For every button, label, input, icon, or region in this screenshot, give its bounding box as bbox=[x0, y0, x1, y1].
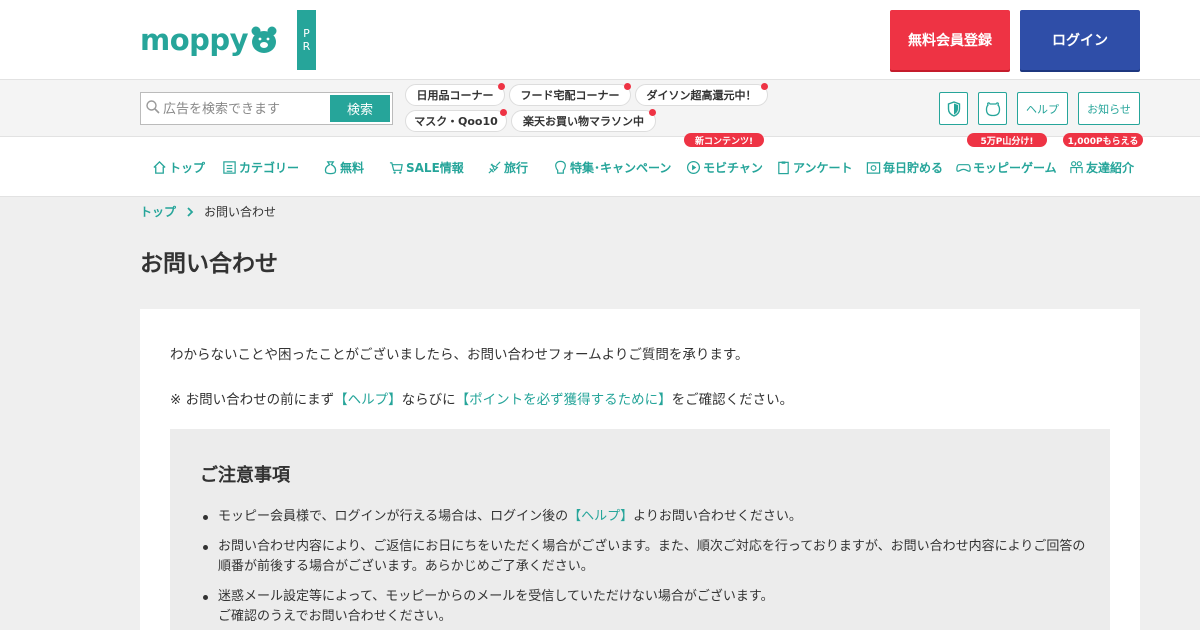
cart-icon bbox=[389, 161, 403, 174]
list-item: モッピー会員様で、ログインが行える場合は、ログイン後の【ヘルプ】よりお問い合わせ… bbox=[203, 507, 1088, 527]
play-icon bbox=[686, 160, 701, 174]
new-dot bbox=[624, 83, 631, 90]
global-nav: トップ カテゴリー 無料 SALE情報 旅行 特集･キャンペーン モビチャン 新… bbox=[0, 133, 1200, 197]
nav-item-mobichan[interactable]: モビチャン 新コンテンツ! bbox=[684, 133, 764, 177]
nav-item-game[interactable]: モッピーゲーム 5万P山分け! bbox=[956, 133, 1057, 177]
chevron-right-icon bbox=[187, 206, 194, 217]
new-content-badge: 新コンテンツ! bbox=[684, 133, 764, 147]
help-button[interactable]: ヘルプ bbox=[1017, 92, 1068, 125]
breadcrumb-home[interactable]: トップ bbox=[140, 203, 176, 220]
new-dot bbox=[498, 83, 505, 90]
mypage-button[interactable] bbox=[978, 92, 1007, 125]
gamepad-icon bbox=[956, 163, 971, 172]
points-guide-link[interactable]: 【ポイントを必ず獲得するために】 bbox=[456, 392, 672, 408]
tag-daily-goods[interactable]: 日用品コーナー bbox=[405, 83, 505, 106]
nav-item-sale[interactable]: SALE情報 bbox=[389, 157, 464, 177]
new-dot bbox=[500, 109, 507, 116]
gift-icon bbox=[555, 160, 566, 174]
bear-face-icon bbox=[985, 101, 1000, 116]
list-icon bbox=[223, 160, 236, 174]
caution-list: モッピー会員様で、ログインが行える場合は、ログイン後の【ヘルプ】よりお問い合わせ… bbox=[203, 507, 1088, 630]
list-item: 迷惑メール設定等によって、モッピーからのメールを受信していただけない場合がござい… bbox=[203, 587, 1088, 627]
coin-icon bbox=[866, 161, 881, 174]
page-title: お問い合わせ bbox=[140, 251, 278, 277]
nav-item-feature[interactable]: 特集･キャンペーン bbox=[553, 157, 671, 177]
pre-contact-note: ※ お問い合わせの前にまず【ヘルプ】ならびに【ポイントを必ず獲得するために】をご… bbox=[170, 392, 794, 408]
search-input[interactable] bbox=[163, 97, 327, 121]
list-item: お問い合わせ内容により、ご返信にお日にちをいただく場合がございます。また、順次ご… bbox=[203, 537, 1088, 577]
nav-item-free[interactable]: 無料 bbox=[323, 157, 364, 177]
new-dot bbox=[649, 109, 656, 116]
help-link[interactable]: 【ヘルプ】 bbox=[334, 392, 402, 408]
tag-mask-qoo10[interactable]: マスク・Qoo10 bbox=[405, 109, 507, 132]
nav-item-friends[interactable]: 友達紹介 1,000Pもらえる bbox=[1063, 133, 1143, 177]
nav-item-daily[interactable]: 毎日貯める bbox=[866, 157, 943, 177]
pr-badge: P R bbox=[297, 10, 316, 70]
register-button[interactable]: 無料会員登録 bbox=[890, 10, 1010, 70]
plane-icon bbox=[488, 160, 501, 174]
game-badge: 5万P山分け! bbox=[967, 133, 1047, 147]
bag-icon bbox=[324, 160, 337, 174]
help-link[interactable]: 【ヘルプ】 bbox=[568, 509, 633, 524]
search-box: 検索 bbox=[140, 92, 393, 125]
nav-item-travel[interactable]: 旅行 bbox=[487, 157, 528, 177]
caution-title: ご注意事項 bbox=[200, 465, 290, 486]
search-button[interactable]: 検索 bbox=[330, 95, 390, 122]
nav-item-top[interactable]: トップ bbox=[152, 157, 205, 177]
home-icon bbox=[153, 160, 166, 174]
clipboard-icon bbox=[778, 160, 789, 174]
tag-rakuten-marathon[interactable]: 楽天お買い物マラソン中 bbox=[511, 109, 656, 132]
tag-dyson[interactable]: ダイソン超高還元中！ bbox=[635, 83, 768, 106]
moppy-logo[interactable]: moppy bbox=[140, 22, 278, 58]
login-button[interactable]: ログイン bbox=[1020, 10, 1140, 70]
shield-icon bbox=[947, 100, 960, 117]
logo-text: moppy bbox=[140, 23, 249, 57]
site-header: moppy P R 無料会員登録 ログイン bbox=[0, 0, 1200, 80]
tag-food-delivery[interactable]: フード宅配コーナー bbox=[509, 83, 631, 106]
search-bar: 検索 日用品コーナー フード宅配コーナー ダイソン超高還元中！ マスク・Qoo1… bbox=[0, 80, 1200, 137]
nav-item-category[interactable]: カテゴリー bbox=[222, 157, 299, 177]
search-icon bbox=[146, 100, 160, 114]
news-button[interactable]: お知らせ bbox=[1078, 92, 1140, 125]
shield-button[interactable] bbox=[939, 92, 968, 125]
friends-icon bbox=[1070, 160, 1083, 173]
nav-item-survey[interactable]: アンケート bbox=[776, 157, 853, 177]
new-dot bbox=[761, 83, 768, 90]
contact-card: わからないことや困ったことがございましたら、お問い合わせフォームよりご質問を承り… bbox=[140, 309, 1140, 630]
caution-box: ご注意事項 モッピー会員様で、ログインが行える場合は、ログイン後の【ヘルプ】より… bbox=[170, 429, 1110, 630]
breadcrumb-current: お問い合わせ bbox=[204, 205, 277, 219]
friends-badge: 1,000Pもらえる bbox=[1063, 133, 1143, 147]
breadcrumb: トップ お問い合わせ bbox=[140, 203, 276, 220]
bear-mascot-icon bbox=[251, 26, 277, 53]
intro-text: わからないことや困ったことがございましたら、お問い合わせフォームよりご質問を承り… bbox=[170, 347, 749, 363]
